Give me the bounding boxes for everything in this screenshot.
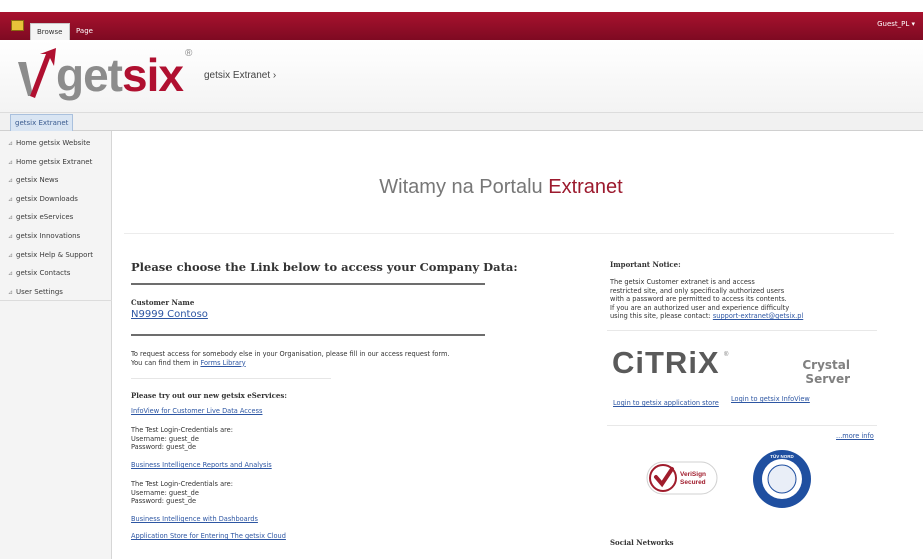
crystal-line-2: Server xyxy=(805,372,850,386)
credentials-block-2: The Test Login-Credentials are: Username… xyxy=(131,480,233,506)
verisign-seal-icon[interactable]: VeriSign Secured xyxy=(646,461,718,495)
credentials-title: The Test Login-Credentials are: xyxy=(131,426,233,434)
bi-reports-link[interactable]: Business Intelligence Reports and Analys… xyxy=(131,461,272,470)
notice-line: with a password are permitted to access … xyxy=(610,295,787,303)
sidebar-item-home-website[interactable]: ⊿ Home getsix Website xyxy=(8,134,112,153)
credentials-block-1: The Test Login-Credentials are: Username… xyxy=(131,426,233,452)
important-notice-text: The getsix Customer extranet is and acce… xyxy=(610,278,803,321)
tuv-label: TÜV NORD xyxy=(770,453,794,459)
request-line-2: You can find them in Forms Library xyxy=(131,359,450,368)
infoview-link[interactable]: InfoView for Customer Live Data Access xyxy=(131,407,262,416)
important-notice-title: Important Notice: xyxy=(610,260,681,269)
citrix-logo[interactable]: CiTRiX xyxy=(612,345,720,381)
sidebar-item-label: getsix News xyxy=(16,176,59,185)
welcome-highlight: Extranet xyxy=(548,176,623,198)
notice-line: If you are an authorized user and experi… xyxy=(610,303,790,312)
bullet-icon: ⊿ xyxy=(8,232,14,240)
crystal-server-logo[interactable]: Crystal Server xyxy=(790,358,850,386)
sidebar-item-home-extranet[interactable]: ⊿ Home getsix Extranet xyxy=(8,153,112,172)
sidebar-item-innovations[interactable]: ⊿ getsix Innovations xyxy=(8,227,112,246)
bullet-icon: ⊿ xyxy=(8,270,14,278)
sidebar-item-news[interactable]: ⊿ getsix News xyxy=(8,171,112,190)
user-menu[interactable]: Guest_PL ▾ xyxy=(877,20,915,28)
sidebar-item-eservices[interactable]: ⊿ getsix eServices xyxy=(8,208,112,227)
request-access-text: To request access for somebody else in y… xyxy=(131,350,450,367)
company-data-heading: Please choose the Link below to access y… xyxy=(131,260,518,274)
notice-last-prefix: using this site, please contact: xyxy=(610,312,713,320)
customer-name-label: Customer Name xyxy=(131,298,195,307)
verisign-secured-label: Secured xyxy=(680,479,706,486)
top-ribbon: Browse Page Guest_PL ▾ xyxy=(0,12,923,40)
request-line-2-prefix: You can find them in xyxy=(131,358,201,367)
credentials-password: Password: guest_de xyxy=(131,497,197,505)
social-networks-title: Social Networks xyxy=(610,538,674,547)
welcome-divider xyxy=(124,233,894,234)
sidebar-item-contacts[interactable]: ⊿ getsix Contacts xyxy=(8,264,112,283)
site-header: getsix ® getsix Extranet › xyxy=(0,40,923,113)
sidebar-item-label: Home getsix Website xyxy=(16,139,91,147)
customer-link[interactable]: N9999 Contoso xyxy=(131,309,208,320)
bullet-icon: ⊿ xyxy=(8,195,14,203)
tab-browse[interactable]: Browse xyxy=(30,23,70,40)
eservices-heading: Please try out our new getsix eServices: xyxy=(131,391,287,400)
request-divider xyxy=(131,378,331,379)
bullet-icon: ⊿ xyxy=(8,214,14,222)
citrix-registered: ® xyxy=(724,352,729,358)
heading-divider xyxy=(131,283,485,285)
site-tab-bar: getsix Extranet xyxy=(0,113,923,131)
sidebar-item-label: getsix Contacts xyxy=(16,269,71,278)
bullet-icon: ⊿ xyxy=(8,158,14,166)
sidebar-item-label: getsix Help & Support xyxy=(16,250,94,259)
crystal-line-1: Crystal xyxy=(802,358,850,372)
credentials-title: The Test Login-Credentials are: xyxy=(131,480,233,488)
notice-line: The getsix Customer extranet is and acce… xyxy=(610,278,755,286)
logo-registered: ® xyxy=(185,48,193,59)
sidebar-item-downloads[interactable]: ⊿ getsix Downloads xyxy=(8,190,112,209)
nav-divider xyxy=(0,300,112,301)
app-store-login-link[interactable]: Login to getsix application store xyxy=(613,399,719,408)
sidebar-item-user-settings[interactable]: ⊿ User Settings xyxy=(8,283,112,302)
welcome-prefix: Witamy na Portalu xyxy=(379,176,549,198)
page-root: { "ribbon": { "tabs": ["Browse", "Page"]… xyxy=(0,0,923,559)
sidebar-item-label: User Settings xyxy=(16,287,63,296)
folder-icon[interactable] xyxy=(11,20,24,31)
bullet-icon: ⊿ xyxy=(8,251,14,259)
customer-divider xyxy=(131,334,485,336)
request-line-1: To request access for somebody else in y… xyxy=(131,350,450,358)
credentials-username: Username: guest_de xyxy=(131,488,199,497)
tab-getsix-extranet[interactable]: getsix Extranet xyxy=(10,114,74,131)
notice-line: using this site, please contact: support… xyxy=(610,312,803,321)
sidebar-item-label: Home getsix Extranet xyxy=(16,157,93,166)
bullet-icon: ⊿ xyxy=(8,177,14,185)
logo-get: get xyxy=(56,49,123,101)
logo-six: six xyxy=(122,49,184,101)
welcome-heading: Witamy na Portalu Extranet xyxy=(130,176,872,199)
sidebar-item-label: getsix Downloads xyxy=(16,194,78,203)
bi-dashboards-link[interactable]: Business Intelligence with Dashboards xyxy=(131,515,258,524)
logos-divider xyxy=(607,425,877,426)
credentials-password: Password: guest_de xyxy=(131,443,197,451)
sidebar-item-help-support[interactable]: ⊿ getsix Help & Support xyxy=(8,246,112,265)
sidebar-item-label: getsix eServices xyxy=(16,213,74,222)
verisign-label: VeriSign xyxy=(680,471,706,478)
sidebar-item-label: getsix Innovations xyxy=(16,231,81,240)
tab-page[interactable]: Page xyxy=(70,23,99,40)
bullet-icon: ⊿ xyxy=(8,140,14,147)
credentials-username: Username: guest_de xyxy=(131,434,199,443)
quick-launch: ⊿ Home getsix Website ⊿ Home getsix Extran… xyxy=(8,134,112,301)
notice-line: restricted site, and only specifically a… xyxy=(610,286,785,295)
forms-library-link[interactable]: Forms Library xyxy=(200,359,245,367)
bullet-icon: ⊿ xyxy=(8,288,14,296)
site-title[interactable]: getsix Extranet › xyxy=(204,70,276,81)
tuv-nord-seal-icon[interactable]: TÜV NORD xyxy=(752,449,812,509)
app-store-cloud-link[interactable]: Application Store for Entering The getsi… xyxy=(131,532,286,541)
support-email-link[interactable]: support-extranet@getsix.pl xyxy=(713,312,803,320)
getsix-logo-mark-icon[interactable] xyxy=(16,48,60,102)
getsix-logo[interactable]: getsix xyxy=(56,49,184,101)
more-info-link[interactable]: ...more info xyxy=(836,432,874,441)
notice-divider xyxy=(607,330,877,331)
infoview-login-link[interactable]: Login to getsix InfoView xyxy=(731,395,810,404)
